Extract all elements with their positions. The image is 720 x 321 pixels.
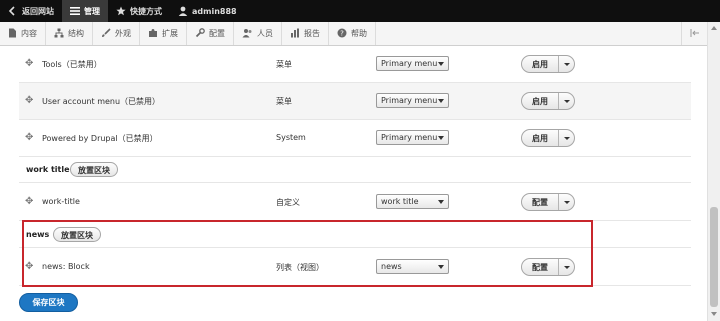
enable-button[interactable]: 启用 (522, 130, 559, 146)
place-block-button[interactable]: 放置区块 (70, 162, 118, 177)
tray-item-label: 帮助 (351, 29, 367, 38)
block-title: Powered by Drupal（已禁用） (42, 134, 158, 143)
puzzle-icon (148, 28, 158, 40)
tray-item-structure[interactable]: 结构 (46, 22, 93, 45)
block-title: work-title (42, 197, 80, 206)
chevron-down-icon (438, 99, 444, 103)
wrench-icon (195, 27, 205, 40)
drag-handle-icon[interactable]: ✥ (25, 197, 35, 207)
chevron-down-icon (438, 136, 444, 140)
region-select[interactable]: Primary menu (376, 93, 449, 108)
scroll-down-icon[interactable] (711, 312, 717, 316)
back-arrow-icon (8, 6, 18, 16)
file-icon (8, 28, 17, 40)
drag-handle-icon[interactable]: ✥ (25, 133, 35, 143)
chevron-down-icon (563, 200, 570, 204)
tray-item-extend[interactable]: 扩展 (140, 22, 187, 45)
tray-item-label: 内容 (21, 29, 37, 38)
region-select[interactable]: Primary menu (376, 56, 449, 71)
block-category: System (276, 133, 306, 142)
tray-item-people[interactable]: 人员 (234, 22, 282, 45)
tray-item-content[interactable]: 内容 (0, 22, 46, 45)
scroll-thumb[interactable] (710, 207, 718, 307)
vertical-scrollbar[interactable] (707, 22, 720, 321)
scroll-up-icon[interactable] (711, 26, 717, 30)
back-to-site-link[interactable]: 返回网站 (0, 0, 62, 22)
enable-button[interactable]: 启用 (522, 56, 559, 72)
menu-icon (70, 6, 80, 16)
block-row-powered-by-drupal: ✥ Powered by Drupal（已禁用） System Primary … (19, 120, 691, 157)
tray-item-label: 扩展 (162, 29, 178, 38)
tray-item-help[interactable]: ? 帮助 (329, 22, 376, 45)
block-title: Tools（已禁用） (42, 60, 102, 69)
enable-dropbutton[interactable]: 启用 (521, 92, 575, 110)
region-select-value: Primary menu (381, 59, 438, 68)
tray-item-config[interactable]: 配置 (187, 22, 234, 45)
dropbutton-toggle[interactable] (559, 130, 574, 146)
region-select-value: Primary menu (381, 133, 438, 142)
star-icon (116, 6, 126, 16)
region-select-value: work title (381, 197, 419, 206)
user-tab[interactable]: admin888 (170, 0, 245, 22)
dropbutton-toggle[interactable] (559, 93, 574, 109)
tray-item-label: 外观 (115, 29, 131, 38)
dropbutton-toggle[interactable] (559, 194, 574, 210)
region-header-work-title: work title 放置区块 (19, 157, 691, 183)
drag-handle-icon[interactable]: ✥ (25, 59, 35, 69)
chevron-down-icon (438, 62, 444, 66)
block-title: User account menu（已禁用） (42, 97, 161, 106)
region-select-value: Primary menu (381, 96, 438, 105)
admin-tray: 内容 结构 外观 扩展 配置 人员 报告 ? 帮助 (0, 22, 707, 46)
enable-dropbutton[interactable]: 启用 (521, 55, 575, 73)
chevron-down-icon (563, 99, 570, 103)
chevron-down-icon (563, 62, 570, 66)
collapse-side-icon (690, 28, 700, 40)
admin-toolbar: 返回网站 管理 快捷方式 admin888 (0, 0, 720, 22)
chevron-down-icon (563, 136, 570, 140)
block-row-user-account-menu: ✥ User account menu（已禁用） 菜单 Primary menu… (19, 83, 691, 120)
people-icon (242, 28, 253, 40)
tray-item-label: 结构 (68, 29, 84, 38)
enable-dropbutton[interactable]: 启用 (521, 129, 575, 147)
sitemap-icon (54, 28, 64, 40)
tray-orientation-toggle[interactable] (681, 22, 707, 45)
chevron-down-icon (438, 200, 444, 204)
region-name: work title (26, 165, 70, 174)
region-select[interactable]: Primary menu (376, 130, 449, 145)
shortcuts-tab[interactable]: 快捷方式 (108, 0, 170, 22)
back-to-site-label: 返回网站 (22, 6, 54, 16)
user-icon (178, 6, 188, 16)
block-row-tools: ✥ Tools（已禁用） 菜单 Primary menu 启用 (19, 46, 691, 83)
dropbutton-toggle[interactable] (559, 56, 574, 72)
manage-label: 管理 (84, 6, 100, 16)
drag-handle-icon[interactable]: ✥ (25, 96, 35, 106)
tray-item-label: 报告 (304, 29, 320, 38)
block-category: 菜单 (276, 60, 292, 69)
save-blocks-button[interactable]: 保存区块 (19, 293, 78, 312)
region-select[interactable]: work title (376, 194, 449, 209)
tray-item-appearance[interactable]: 外观 (93, 22, 140, 45)
brush-icon (101, 27, 111, 40)
highlight-box (22, 220, 593, 287)
tray-item-label: 配置 (209, 29, 225, 38)
tray-item-label: 人员 (257, 29, 273, 38)
configure-dropbutton[interactable]: 配置 (521, 193, 575, 211)
bar-chart-icon (290, 28, 300, 40)
block-category: 自定义 (276, 198, 300, 207)
block-category: 菜单 (276, 97, 292, 106)
svg-text:?: ? (340, 29, 344, 37)
shortcuts-label: 快捷方式 (130, 6, 162, 16)
block-row-work-title: ✥ work-title 自定义 work title 配置 (19, 184, 691, 221)
user-label: admin888 (192, 6, 237, 16)
configure-button[interactable]: 配置 (522, 194, 559, 210)
manage-tab[interactable]: 管理 (62, 0, 108, 22)
help-icon: ? (337, 28, 347, 40)
tray-item-reports[interactable]: 报告 (282, 22, 329, 45)
enable-button[interactable]: 启用 (522, 93, 559, 109)
